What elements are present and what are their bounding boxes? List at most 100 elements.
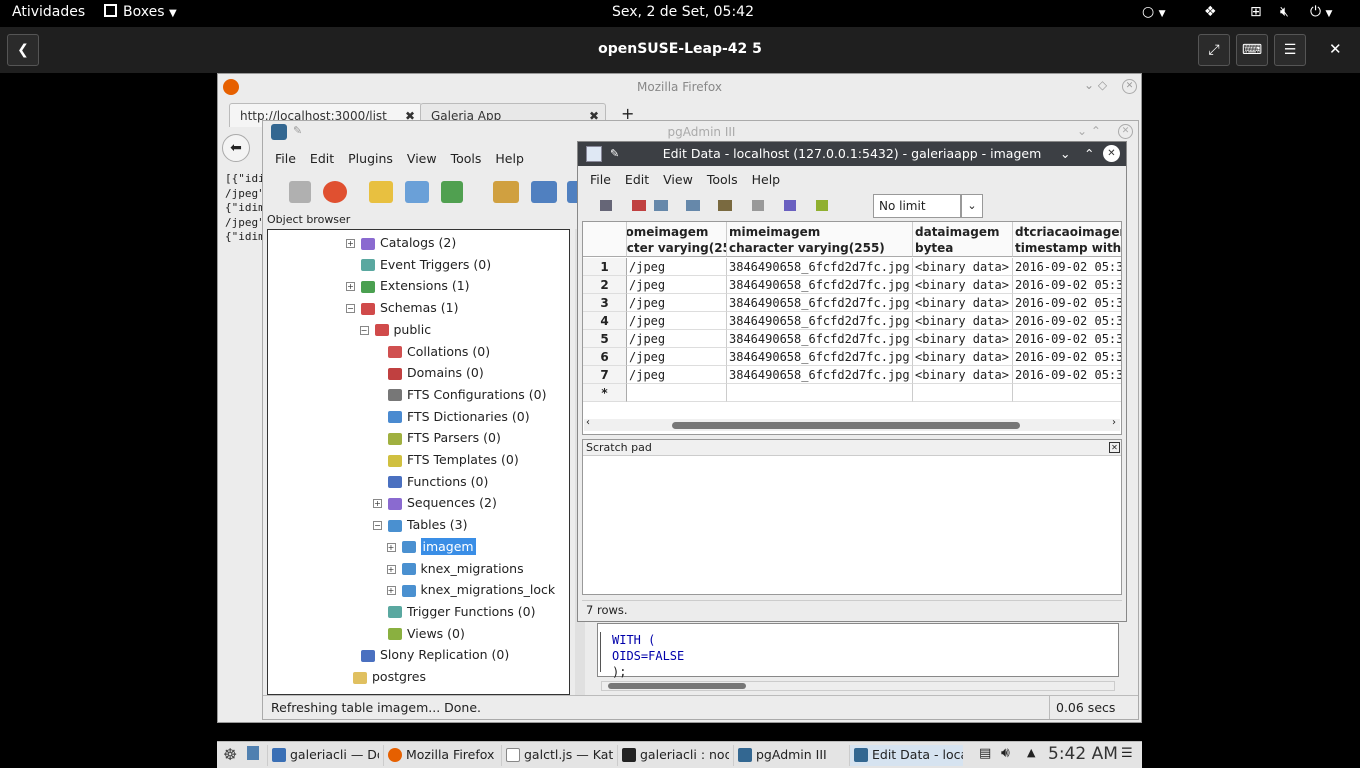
scratch-pad[interactable]: Scratch pad ✕ <box>582 439 1122 595</box>
column-header[interactable]: nomeimagem character varying(255) <box>627 222 727 257</box>
grid-cell[interactable]: <binary data> <box>913 276 1013 294</box>
grid-cell[interactable]: /jpeg <box>627 258 727 276</box>
grid-cell[interactable]: 3846490658_6fcfd2d7fc.jpg <box>727 276 913 294</box>
menu-file[interactable]: File <box>275 151 296 166</box>
grid-cell[interactable]: /jpeg <box>627 330 727 348</box>
maximize-icon[interactable]: ⌃ <box>1084 142 1094 166</box>
activities-button[interactable]: Atividades <box>12 4 85 20</box>
tree-item[interactable]: Event Triggers (0) <box>346 255 491 275</box>
grid-cell[interactable]: <binary data> <box>913 366 1013 384</box>
grid-cell[interactable]: 2016-09-02 05:3 <box>1013 258 1121 276</box>
tree-item[interactable]: + knex_migrations_lock <box>386 580 555 600</box>
expand-icon[interactable]: + <box>373 499 382 509</box>
close-button[interactable]: ✕ <box>1329 40 1342 58</box>
copy-icon[interactable] <box>686 200 700 211</box>
tree-item[interactable]: − Schemas (1) <box>346 298 458 318</box>
expand-icon[interactable]: + <box>346 282 355 292</box>
task-firefox[interactable]: Mozilla Firefox <box>383 745 495 766</box>
grid-cell[interactable]: 3846490658_6fcfd2d7fc.jpg <box>727 258 913 276</box>
menu-edit[interactable]: Edit <box>310 151 334 166</box>
tree-item[interactable]: − public <box>359 320 431 340</box>
row-number[interactable]: 5 <box>583 330 627 348</box>
tree-item[interactable]: Trigger Functions (0) <box>373 602 535 622</box>
clipboard-icon[interactable]: ▤ <box>979 746 991 761</box>
menu-tools[interactable]: Tools <box>707 172 738 187</box>
grid-hscrollbar[interactable]: ‹ › <box>584 417 1120 431</box>
grid-cell[interactable]: 2016-09-02 05:3 <box>1013 366 1121 384</box>
row-number[interactable]: 2 <box>583 276 627 294</box>
fullscreen-button[interactable]: ⤢ <box>1198 34 1230 66</box>
pgadmin-close-icon[interactable]: ✕ <box>1118 124 1133 139</box>
grid-cell[interactable]: 3846490658_6fcfd2d7fc.jpg <box>727 366 913 384</box>
tree-item[interactable]: Domains (0) <box>373 363 484 383</box>
connect-icon[interactable] <box>289 181 311 203</box>
expand-icon[interactable]: + <box>386 564 396 574</box>
row-number[interactable]: 7 <box>583 366 627 384</box>
task-konsole[interactable]: galeriacli : node <box>617 745 729 766</box>
grid-cell[interactable]: 2016-09-02 05:3 <box>1013 276 1121 294</box>
power-icon[interactable]: ⏻ ▼ <box>1310 4 1332 20</box>
save-icon[interactable] <box>600 200 612 211</box>
grid-cell[interactable]: /jpeg <box>627 276 727 294</box>
task-kate[interactable]: galctl.js — Kate <box>501 745 613 766</box>
sql-icon[interactable] <box>493 181 519 203</box>
grid-cell[interactable]: /jpeg <box>627 294 727 312</box>
sort-icon[interactable] <box>752 200 764 211</box>
column-header[interactable]: dtcriacaoimagem timestamp with t <box>1013 222 1121 257</box>
menu-help[interactable]: Help <box>752 172 781 187</box>
show-desktop-icon[interactable] <box>247 746 259 760</box>
grid-cell[interactable]: 3846490658_6fcfd2d7fc.jpg <box>727 294 913 312</box>
close-pane-icon[interactable]: ✕ <box>1109 442 1120 453</box>
row-number[interactable]: 4 <box>583 312 627 330</box>
grid-cell[interactable]: 2016-09-02 05:3 <box>1013 294 1121 312</box>
scroll-thumb[interactable] <box>608 683 746 689</box>
taskbar-clock[interactable]: 5:42 AM <box>1048 744 1118 764</box>
grid-cell[interactable]: <binary data> <box>913 348 1013 366</box>
grid-corner[interactable] <box>583 222 627 257</box>
grid-cell[interactable] <box>627 384 727 402</box>
row-number[interactable]: 1 <box>583 258 627 276</box>
grid-cell[interactable]: 3846490658_6fcfd2d7fc.jpg <box>727 330 913 348</box>
firefox-close-icon[interactable]: ✕ <box>1122 79 1137 94</box>
properties-icon[interactable] <box>369 181 393 203</box>
menu-plugins[interactable]: Plugins <box>348 151 393 166</box>
menu-edit[interactable]: Edit <box>625 172 649 187</box>
grid-cell[interactable] <box>727 384 913 402</box>
grid-cell[interactable]: /jpeg <box>627 366 727 384</box>
menu-view[interactable]: View <box>407 151 437 166</box>
collapse-icon[interactable]: − <box>359 325 369 335</box>
close-icon[interactable]: ✕ <box>1103 145 1120 162</box>
refresh-icon[interactable] <box>323 181 347 203</box>
delete-row-icon[interactable] <box>632 200 646 211</box>
expand-icon[interactable]: + <box>346 239 355 248</box>
row-number[interactable]: 6 <box>583 348 627 366</box>
menu-tools[interactable]: Tools <box>451 151 482 166</box>
grid-cell[interactable]: 2016-09-02 05:3 <box>1013 330 1121 348</box>
grid-cell[interactable]: 3846490658_6fcfd2d7fc.jpg <box>727 312 913 330</box>
scroll-right-icon[interactable]: › <box>1112 417 1116 428</box>
task-pgadmin[interactable]: pgAdmin III <box>733 745 845 766</box>
tree-item[interactable]: Slony Replication (0) <box>346 645 509 665</box>
clock[interactable]: Sex, 2 de Set, 05:42 <box>612 4 754 20</box>
app-menu[interactable]: Boxes ▼ <box>104 4 177 20</box>
collapse-icon[interactable]: − <box>346 304 355 314</box>
network-icon[interactable]: ⊞ <box>1250 4 1262 20</box>
hamburger-icon[interactable]: ☰ <box>1121 746 1133 761</box>
collapse-icon[interactable]: − <box>373 521 382 531</box>
grid-cell[interactable]: <binary data> <box>913 258 1013 276</box>
tree-item[interactable]: + Sequences (2) <box>373 493 497 513</box>
limit-select[interactable]: No limit <box>873 194 961 218</box>
tree-item[interactable]: Views (0) <box>373 624 465 644</box>
tree-item[interactable]: postgres <box>338 667 426 687</box>
grid-cell[interactable] <box>913 384 1013 402</box>
scroll-left-icon[interactable]: ‹ <box>586 417 590 428</box>
task-edit-data[interactable]: Edit Data - local <box>849 745 963 766</box>
tree-item[interactable]: Collations (0) <box>373 342 490 362</box>
create-icon[interactable] <box>405 181 429 203</box>
tree-item[interactable]: FTS Configurations (0) <box>373 385 546 405</box>
row-number[interactable]: 3 <box>583 294 627 312</box>
menu-view[interactable]: View <box>663 172 693 187</box>
grid-cell[interactable]: <binary data> <box>913 330 1013 348</box>
scroll-thumb[interactable] <box>672 422 1020 429</box>
tree-item[interactable]: + knex_migrations <box>386 559 524 579</box>
